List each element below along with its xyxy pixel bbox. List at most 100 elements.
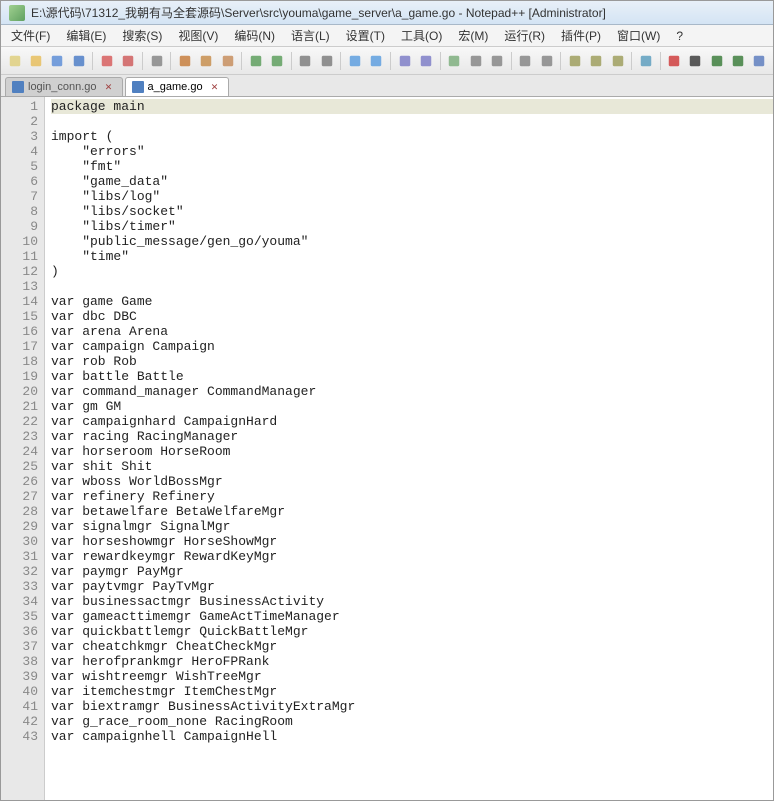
- code-line: var game Game: [51, 294, 773, 309]
- tab-a_game-go[interactable]: a_game.go✕: [125, 77, 229, 96]
- tab-label: login_conn.go: [28, 81, 97, 93]
- toolbar-separator: [241, 52, 242, 70]
- menu-item-11[interactable]: 窗口(W): [611, 25, 666, 46]
- line-number: 40: [3, 684, 38, 699]
- zoom-out-icon[interactable]: [367, 51, 386, 71]
- line-number: 24: [3, 444, 38, 459]
- menu-item-4[interactable]: 编码(N): [228, 25, 281, 46]
- unfold-icon[interactable]: [537, 51, 556, 71]
- toolbar-separator: [340, 52, 341, 70]
- toolbar-separator: [291, 52, 292, 70]
- code-line: var quickbattlemgr QuickBattleMgr: [51, 624, 773, 639]
- code-line: var battle Battle: [51, 369, 773, 384]
- line-number: 1: [3, 99, 38, 114]
- save-icon[interactable]: [48, 51, 67, 71]
- file-icon: [12, 81, 24, 93]
- play-multi-icon[interactable]: [728, 51, 747, 71]
- line-number: 6: [3, 174, 38, 189]
- code-line: var biextramgr BusinessActivityExtraMgr: [51, 699, 773, 714]
- window-title: E:\源代码\71312_我朝有马全套源码\Server\src\youma\g…: [31, 4, 606, 21]
- menu-item-12[interactable]: ?: [670, 27, 689, 45]
- code-line: var command_manager CommandManager: [51, 384, 773, 399]
- indent-icon[interactable]: [487, 51, 506, 71]
- print-icon[interactable]: [147, 51, 166, 71]
- fold-icon[interactable]: [516, 51, 535, 71]
- titlebar: E:\源代码\71312_我朝有马全套源码\Server\src\youma\g…: [1, 1, 773, 25]
- code-line: var signalmgr SignalMgr: [51, 519, 773, 534]
- code-line: import (: [51, 129, 773, 144]
- menu-item-6[interactable]: 设置(T): [340, 25, 391, 46]
- code-line: "libs/socket": [51, 204, 773, 219]
- record-icon[interactable]: [664, 51, 683, 71]
- code-line: var campaignhard CampaignHard: [51, 414, 773, 429]
- toolbar-separator: [560, 52, 561, 70]
- code-line: var racing RacingManager: [51, 429, 773, 444]
- open-file-icon[interactable]: [26, 51, 45, 71]
- line-number: 16: [3, 324, 38, 339]
- menu-item-2[interactable]: 搜索(S): [116, 25, 168, 46]
- play-icon[interactable]: [707, 51, 726, 71]
- code-line: var paymgr PayMgr: [51, 564, 773, 579]
- copy-icon[interactable]: [197, 51, 216, 71]
- tab-login_conn-go[interactable]: login_conn.go ✕: [5, 77, 123, 96]
- undo-icon[interactable]: [246, 51, 265, 71]
- line-number: 7: [3, 189, 38, 204]
- line-number: 34: [3, 594, 38, 609]
- line-number: 41: [3, 699, 38, 714]
- wrap-icon[interactable]: [445, 51, 464, 71]
- doc-map-icon[interactable]: [565, 51, 584, 71]
- code-area[interactable]: package mainimport ( "errors" "fmt" "gam…: [45, 97, 773, 800]
- sync-v-icon[interactable]: [395, 51, 414, 71]
- line-number: 17: [3, 339, 38, 354]
- code-line: var itemchestmgr ItemChestMgr: [51, 684, 773, 699]
- line-number: 23: [3, 429, 38, 444]
- replace-icon[interactable]: [317, 51, 336, 71]
- zoom-in-icon[interactable]: [345, 51, 364, 71]
- toolbar-separator: [92, 52, 93, 70]
- new-file-icon[interactable]: [5, 51, 24, 71]
- menu-item-10[interactable]: 插件(P): [555, 25, 607, 46]
- close-icon[interactable]: ✕: [210, 82, 220, 92]
- line-number: 11: [3, 249, 38, 264]
- tabbar: login_conn.go✕a_game.go✕: [1, 75, 773, 97]
- close-icon[interactable]: ✕: [104, 82, 114, 92]
- menu-item-8[interactable]: 宏(M): [452, 25, 494, 46]
- code-line: "fmt": [51, 159, 773, 174]
- toolbar-separator: [142, 52, 143, 70]
- line-number: 28: [3, 504, 38, 519]
- code-line: var paytvmgr PayTvMgr: [51, 579, 773, 594]
- close-icon[interactable]: [97, 51, 116, 71]
- find-icon[interactable]: [296, 51, 315, 71]
- toolbar: [1, 47, 773, 75]
- cut-icon[interactable]: [175, 51, 194, 71]
- line-number: 33: [3, 579, 38, 594]
- menu-item-1[interactable]: 编辑(E): [60, 25, 112, 46]
- menu-item-9[interactable]: 运行(R): [498, 25, 551, 46]
- menu-item-5[interactable]: 语言(L): [285, 25, 336, 46]
- save-all-icon[interactable]: [69, 51, 88, 71]
- menu-item-0[interactable]: 文件(F): [5, 25, 56, 46]
- line-number: 4: [3, 144, 38, 159]
- save-macro-icon[interactable]: [750, 51, 769, 71]
- doc-list-icon[interactable]: [587, 51, 606, 71]
- paste-icon[interactable]: [218, 51, 237, 71]
- code-line: "time": [51, 249, 773, 264]
- line-number: 13: [3, 279, 38, 294]
- code-line: var campaign Campaign: [51, 339, 773, 354]
- menu-item-7[interactable]: 工具(O): [395, 25, 448, 46]
- code-line: "errors": [51, 144, 773, 159]
- line-number: 37: [3, 639, 38, 654]
- menu-item-3[interactable]: 视图(V): [172, 25, 224, 46]
- eye-icon[interactable]: [636, 51, 655, 71]
- all-chars-icon[interactable]: [466, 51, 485, 71]
- line-number: 9: [3, 219, 38, 234]
- stop-icon[interactable]: [686, 51, 705, 71]
- editor: 1234567891011121314151617181920212223242…: [1, 97, 773, 800]
- line-number: 32: [3, 564, 38, 579]
- redo-icon[interactable]: [267, 51, 286, 71]
- code-line: "libs/timer": [51, 219, 773, 234]
- line-number: 42: [3, 714, 38, 729]
- func-list-icon[interactable]: [608, 51, 627, 71]
- sync-h-icon[interactable]: [416, 51, 435, 71]
- close-all-icon[interactable]: [119, 51, 138, 71]
